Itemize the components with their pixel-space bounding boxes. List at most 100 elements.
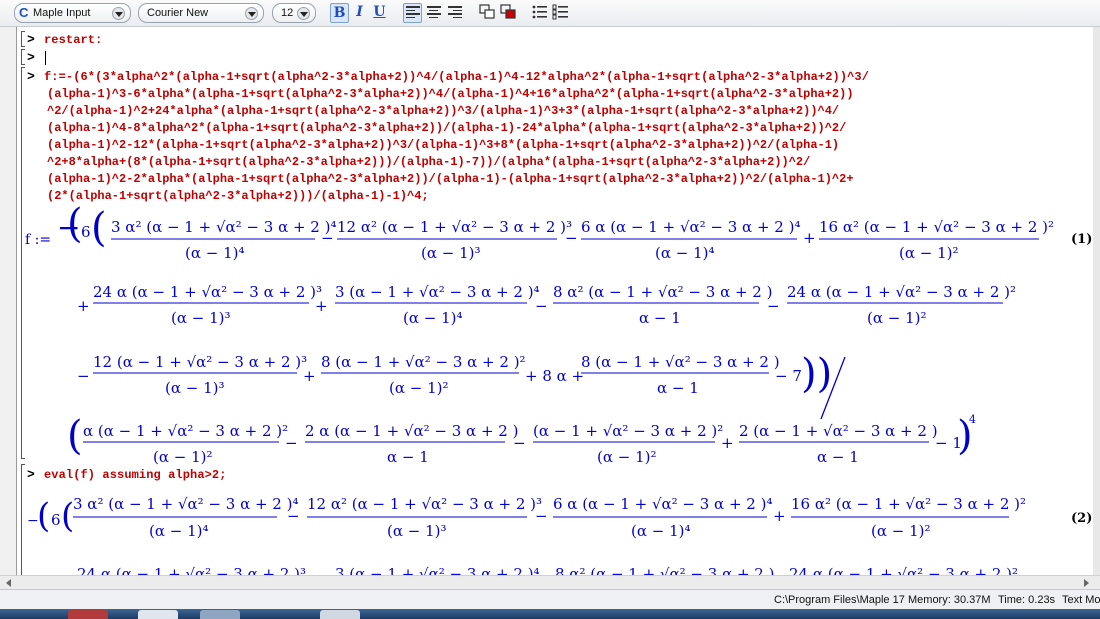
execution-group-bracket[interactable] [21,31,25,47]
svg-text:(α − 1)²: (α − 1)² [389,379,449,397]
align-center-icon [427,6,441,20]
typeset-formula-2: − ( 6 ( 3 α² (α − 1 + √α² − 3 α + 2 )⁴ (… [27,495,1026,575]
font-size-label: 12 [281,7,294,19]
input-mode-label: Maple Input [33,7,91,19]
numbered-list-icon [552,4,568,20]
svg-text:(α − 1)²: (α − 1)² [871,522,931,540]
bullet-list-icon [532,5,547,19]
chevron-down-icon [297,7,310,20]
horizontal-scrollbar[interactable] [0,575,1100,589]
scroll-left-icon[interactable] [6,579,11,587]
svg-text:3 α² (α − 1 + √α² − 3 α + 2 )⁴: 3 α² (α − 1 + √α² − 3 α + 2 )⁴ [73,495,298,513]
font-size-dropdown[interactable]: 12 [272,3,316,23]
svg-text:24 α (α − 1 + √α² − 3 α + 2 )²: 24 α (α − 1 + √α² − 3 α + 2 )² [789,565,1018,575]
svg-text:(α − 1)³: (α − 1)³ [421,244,481,262]
svg-text:8 (α − 1 + √α² − 3 α + 2 )²: 8 (α − 1 + √α² − 3 α + 2 )² [321,353,526,371]
input-code-line[interactable]: ^2+8*alpha+(8*(alpha-1+sqrt(alpha^2-3*al… [47,155,810,169]
svg-text:α − 1: α − 1 [817,448,859,465]
text-cursor [45,51,46,65]
svg-text:−: − [287,507,300,525]
svg-text:3 (α − 1 + √α² − 3 α + 2 )⁴: 3 (α − 1 + √α² − 3 α + 2 )⁴ [335,565,540,575]
equation-label[interactable]: (2) [1071,511,1092,526]
svg-text:+: + [721,434,734,452]
font-label: Courier New [147,7,209,19]
svg-text:(α − 1)⁴: (α − 1)⁴ [403,309,463,327]
svg-text:−: − [767,297,780,315]
svg-text:+: + [77,297,90,315]
maple-window: C Maple Input Courier New 12 B I U > res… [0,0,1100,619]
svg-text:+: + [773,507,786,525]
input-code-line[interactable]: (alpha-1)^3-6*alpha*(alpha-1+sqrt(alpha^… [47,87,854,101]
align-left-icon [406,6,420,20]
font-dropdown[interactable]: Courier New [138,3,264,23]
equation-label[interactable]: (1) [1071,232,1092,247]
svg-text:(α − 1)⁴: (α − 1)⁴ [631,522,691,540]
format-toolbar: C Maple Input Courier New 12 B I U [0,0,1100,27]
input-mode-dropdown[interactable]: C Maple Input [14,3,131,23]
taskbar-app-icon[interactable] [320,610,360,619]
input-code-line[interactable]: (alpha-1)^2-2*alpha*(alpha-1+sqrt(alpha^… [47,172,854,186]
svg-text:(α − 1)⁴: (α − 1)⁴ [185,244,245,262]
indent-right-button[interactable] [498,3,517,23]
scroll-right-icon[interactable] [1084,579,1089,587]
bold-button[interactable]: B [330,3,349,23]
svg-text:12 α² (α − 1 + √α² − 3 α + 2 ): 12 α² (α − 1 + √α² − 3 α + 2 )³ [307,495,542,513]
svg-text:(α − 1 + √α² − 3 α + 2 )²: (α − 1 + √α² − 3 α + 2 )² [533,422,723,440]
output-lhs: f := [25,232,52,248]
input-code-line[interactable]: f:=-(6*(3*alpha^2*(alpha-1+sqrt(alpha^2-… [44,70,869,84]
status-bar: C:\Program Files\Maple 17 Memory: 30.37M… [0,589,1100,609]
input-prompt: > [27,32,35,47]
bullet-list-button[interactable] [530,3,549,23]
svg-text:(: ( [91,205,107,251]
svg-text:2 α (α − 1 + √α² − 3 α + 2 ): 2 α (α − 1 + √α² − 3 α + 2 ) [305,422,518,440]
taskbar-app-icon[interactable] [138,610,178,619]
execution-group-bracket[interactable] [21,67,25,459]
svg-text:+: + [303,367,316,385]
svg-text:12 α² (α − 1 + √α² − 3 α + 2 ): 12 α² (α − 1 + √α² − 3 α + 2 )³ [337,218,572,236]
input-restart[interactable]: restart: [44,33,102,47]
status-memory: Memory: 30.37M [908,594,991,606]
input-code-line[interactable]: (alpha-1)^2-12*(alpha-1+sqrt(alpha^2-3*a… [47,138,839,152]
svg-text:+ 8 α +: + 8 α + [525,367,584,385]
svg-text:3 (α − 1 + √α² − 3 α + 2 )⁴: 3 (α − 1 + √α² − 3 α + 2 )⁴ [335,283,540,301]
align-center-button[interactable] [425,3,444,23]
input-code-line[interactable]: ^2/(alpha-1)^2+24*alpha*(alpha-1+sqrt(al… [47,104,839,118]
vertical-scrollbar[interactable] [1093,27,1100,575]
indent-left-button[interactable] [477,3,496,23]
italic-button[interactable]: I [350,3,369,23]
maple-c-icon: C [19,5,29,20]
svg-text:2 (α − 1 + √α² − 3 α + 2 ): 2 (α − 1 + √α² − 3 α + 2 ) [739,422,938,440]
align-right-button[interactable] [446,3,465,23]
taskbar-app-icon[interactable] [200,610,240,619]
svg-text:−: − [77,367,90,385]
svg-text:6: 6 [81,223,91,241]
svg-text:)): )) [801,351,832,397]
status-time: Time: 0.23s [998,594,1056,606]
svg-text:(α − 1)⁴: (α − 1)⁴ [655,244,715,262]
typeset-formula-1: − ( 6 ( 3 α² (α − 1 + √α² − 3 α + 2 )⁴ (… [57,201,1054,465]
svg-text:24 α (α − 1 + √α² − 3 α + 2 )³: 24 α (α − 1 + √α² − 3 α + 2 )³ [77,565,306,575]
svg-text:−: − [321,229,334,247]
execution-group-bracket[interactable] [21,49,25,65]
svg-text:(α − 1)²: (α − 1)² [867,309,927,327]
svg-text:6 α (α − 1 + √α² − 3 α + 2 )⁴: 6 α (α − 1 + √α² − 3 α + 2 )⁴ [553,495,772,513]
underline-button[interactable]: U [370,3,389,23]
svg-text:6: 6 [51,511,61,529]
input-prompt: > [27,50,35,65]
indent-left-icon [478,4,495,19]
svg-text:16 α² (α − 1 + √α² − 3 α + 2 ): 16 α² (α − 1 + √α² − 3 α + 2 )² [819,218,1054,236]
svg-text:+: + [315,297,328,315]
svg-text:+: + [803,229,816,247]
chevron-down-icon [245,7,258,20]
svg-text:16 α² (α − 1 + √α² − 3 α + 2 ): 16 α² (α − 1 + √α² − 3 α + 2 )² [791,495,1026,513]
align-left-button[interactable] [403,3,422,23]
svg-text:(α − 1)²: (α − 1)² [597,448,657,465]
os-taskbar [0,609,1100,619]
svg-text:(α − 1)³: (α − 1)³ [171,309,231,327]
numbered-list-button[interactable] [551,3,570,23]
svg-text:3 α² (α − 1 + √α² − 3 α + 2 )⁴: 3 α² (α − 1 + √α² − 3 α + 2 )⁴ [111,218,336,236]
input-code-line[interactable]: (alpha-1)^4-8*alpha^2*(alpha-1+sqrt(alph… [47,121,846,135]
svg-text:24 α (α − 1 + √α² − 3 α + 2 )³: 24 α (α − 1 + √α² − 3 α + 2 )³ [93,283,322,301]
taskbar-app-icon[interactable] [68,610,108,619]
worksheet[interactable]: > restart: > > f:=-(6*(3*alpha^2*(alpha-… [16,27,1093,575]
